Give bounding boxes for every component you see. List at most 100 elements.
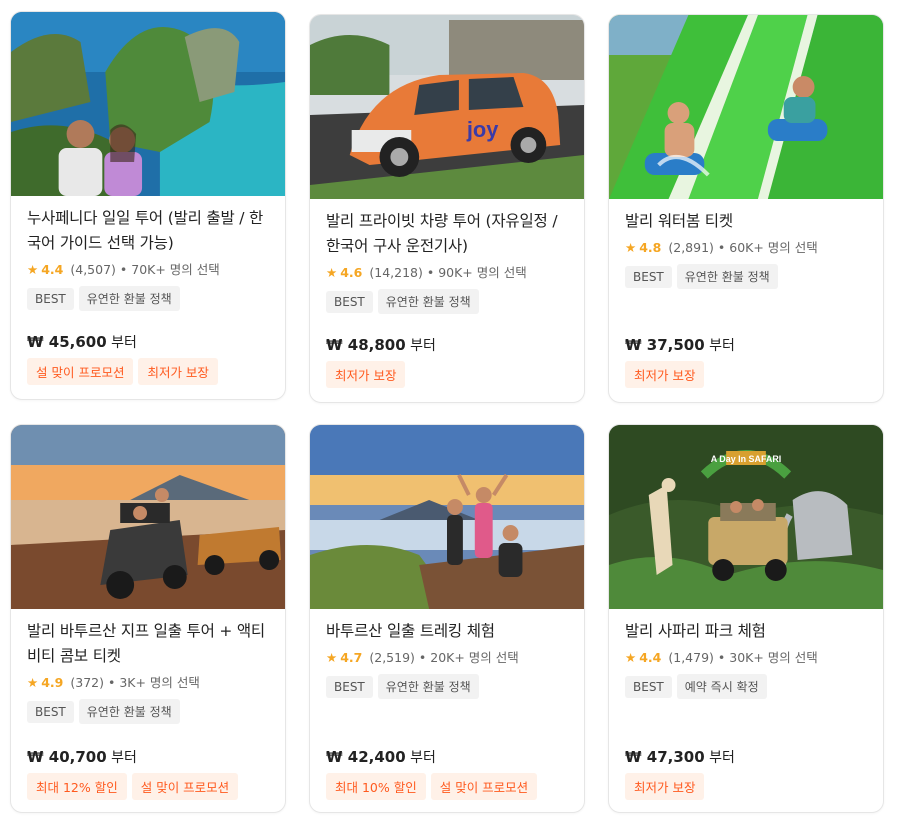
price-value: 40,700 <box>48 748 107 766</box>
product-card[interactable]: joy 발리 프라이빗 차량 투어 (자유일정 / 한국어 구사 운전기사) ★… <box>309 14 585 403</box>
review-count: (14,218) <box>369 265 423 280</box>
star-icon: ★ <box>625 650 637 665</box>
product-card[interactable]: A Day In SAFARI 발리 사파리 파크 체험 ★ 4.4 (1,479… <box>608 424 884 813</box>
product-grid: 누사페니다 일일 투어 (발리 출발 / 한국어 가이드 선택 가능) ★ 4.4… <box>0 0 900 825</box>
promo-list: 최대 12% 할인 설 맞이 프로모션 <box>27 773 243 800</box>
product-meta: ★ 4.6 (14,218) • 90K+ 명의 선택 <box>326 263 568 283</box>
tag-list: BEST 유연한 환불 정책 <box>326 289 568 314</box>
price-suffix: 부터 <box>704 338 735 354</box>
promo-list: 최저가 보장 <box>326 361 410 388</box>
product-title[interactable]: 발리 워터봄 티켓 <box>625 209 867 234</box>
star-icon: ★ <box>27 262 39 277</box>
tag-badge: BEST <box>625 676 672 698</box>
price-value: 47,300 <box>646 748 705 766</box>
product-meta: ★ 4.7 (2,519) • 20K+ 명의 선택 <box>326 648 568 668</box>
product-title[interactable]: 바투르산 일출 트레킹 체험 <box>326 619 568 644</box>
product-image-nusa-penida <box>11 12 285 196</box>
review-count: (4,507) <box>70 262 116 277</box>
star-icon: ★ <box>326 650 338 665</box>
rating-value: 4.9 <box>41 675 64 690</box>
price-suffix: 부터 <box>106 750 137 766</box>
price-suffix: 부터 <box>405 338 436 354</box>
promo-badge: 최저가 보장 <box>625 773 705 800</box>
currency-symbol: ₩ <box>326 748 348 766</box>
product-image-waterbom <box>609 15 883 199</box>
tag-list: BEST 유연한 환불 정책 <box>27 286 269 311</box>
rating-value: 4.8 <box>639 240 662 255</box>
price-value: 48,800 <box>347 336 406 354</box>
tag-list: BEST 예약 즉시 확정 <box>625 674 867 699</box>
tag-list: BEST 유연한 환불 정책 <box>625 264 867 289</box>
promo-badge: 최대 10% 할인 <box>326 773 426 800</box>
product-price: ₩ 48,800 부터 <box>326 335 436 355</box>
product-meta: ★ 4.4 (4,507) • 70K+ 명의 선택 <box>27 260 269 280</box>
tag-badge: 유연한 환불 정책 <box>676 264 778 289</box>
product-price: ₩ 40,700 부터 <box>27 747 137 767</box>
product-price: ₩ 47,300 부터 <box>625 747 735 767</box>
product-meta: ★ 4.9 (372) • 3K+ 명의 선택 <box>27 673 269 693</box>
tag-badge: BEST <box>625 266 672 288</box>
product-card[interactable]: 발리 워터봄 티켓 ★ 4.8 (2,891) • 60K+ 명의 선택 BEST… <box>608 14 884 403</box>
price-suffix: 부터 <box>405 750 436 766</box>
promo-badge: 최저가 보장 <box>326 361 406 388</box>
review-count: (372) <box>70 675 104 690</box>
star-icon: ★ <box>625 240 637 255</box>
product-title[interactable]: 발리 사파리 파크 체험 <box>625 619 867 644</box>
promo-badge: 설 맞이 프로모션 <box>27 358 134 385</box>
promo-list: 최대 10% 할인 설 맞이 프로모션 <box>326 773 542 800</box>
tag-badge: 유연한 환불 정책 <box>377 674 479 699</box>
product-image-private-car: joy <box>310 15 584 199</box>
promo-list: 설 맞이 프로모션 최저가 보장 <box>27 358 223 385</box>
product-image-batur-jeep <box>11 425 285 609</box>
tag-badge: BEST <box>326 291 373 313</box>
product-title[interactable]: 발리 프라이빗 차량 투어 (자유일정 / 한국어 구사 운전기사) <box>326 209 568 259</box>
rating-value: 4.7 <box>340 650 363 665</box>
promo-list: 최저가 보장 <box>625 361 709 388</box>
rating-value: 4.6 <box>340 265 363 280</box>
product-card[interactable]: 바투르산 일출 트레킹 체험 ★ 4.7 (2,519) • 20K+ 명의 선택… <box>309 424 585 813</box>
product-meta: ★ 4.4 (1,479) • 30K+ 명의 선택 <box>625 648 867 668</box>
booked-count: • 20K+ 명의 선택 <box>418 650 519 665</box>
price-value: 37,500 <box>646 336 705 354</box>
currency-symbol: ₩ <box>625 336 647 354</box>
booked-count: • 30K+ 명의 선택 <box>717 650 818 665</box>
promo-badge: 최저가 보장 <box>138 358 218 385</box>
review-count: (2,519) <box>369 650 415 665</box>
price-value: 45,600 <box>48 333 107 351</box>
tag-badge: BEST <box>27 288 74 310</box>
booked-count: • 70K+ 명의 선택 <box>119 262 220 277</box>
rating-value: 4.4 <box>639 650 662 665</box>
promo-badge: 설 맞이 프로모션 <box>430 773 538 800</box>
star-icon: ★ <box>326 265 338 280</box>
product-image-safari-park: A Day In SAFARI <box>609 425 883 609</box>
promo-badge: 최저가 보장 <box>625 361 705 388</box>
safari-sign-text: A Day In SAFARI <box>711 454 782 464</box>
car-logo-text: joy <box>466 117 499 142</box>
promo-list: 최저가 보장 <box>625 773 709 800</box>
tag-badge: BEST <box>326 676 373 698</box>
product-price: ₩ 42,400 부터 <box>326 747 436 767</box>
price-suffix: 부터 <box>106 335 137 351</box>
product-title[interactable]: 발리 바투르산 지프 일출 투어 + 액티비티 콤보 티켓 <box>27 619 269 669</box>
product-card[interactable]: 발리 바투르산 지프 일출 투어 + 액티비티 콤보 티켓 ★ 4.9 (372)… <box>10 424 286 813</box>
tag-badge: 예약 즉시 확정 <box>676 674 767 699</box>
tag-badge: BEST <box>27 701 74 723</box>
product-title[interactable]: 누사페니다 일일 투어 (발리 출발 / 한국어 가이드 선택 가능) <box>27 206 269 256</box>
currency-symbol: ₩ <box>27 748 49 766</box>
tag-list: BEST 유연한 환불 정책 <box>326 674 568 699</box>
currency-symbol: ₩ <box>625 748 647 766</box>
product-price: ₩ 45,600 부터 <box>27 332 137 352</box>
product-price: ₩ 37,500 부터 <box>625 335 735 355</box>
review-count: (2,891) <box>668 240 714 255</box>
star-icon: ★ <box>27 675 39 690</box>
currency-symbol: ₩ <box>27 333 49 351</box>
promo-badge: 설 맞이 프로모션 <box>131 773 239 800</box>
currency-symbol: ₩ <box>326 336 348 354</box>
product-card[interactable]: 누사페니다 일일 투어 (발리 출발 / 한국어 가이드 선택 가능) ★ 4.4… <box>10 11 286 400</box>
price-value: 42,400 <box>347 748 406 766</box>
promo-badge: 최대 12% 할인 <box>27 773 127 800</box>
tag-badge: 유연한 환불 정책 <box>78 286 180 311</box>
review-count: (1,479) <box>668 650 714 665</box>
price-suffix: 부터 <box>704 750 735 766</box>
tag-badge: 유연한 환불 정책 <box>78 699 180 724</box>
